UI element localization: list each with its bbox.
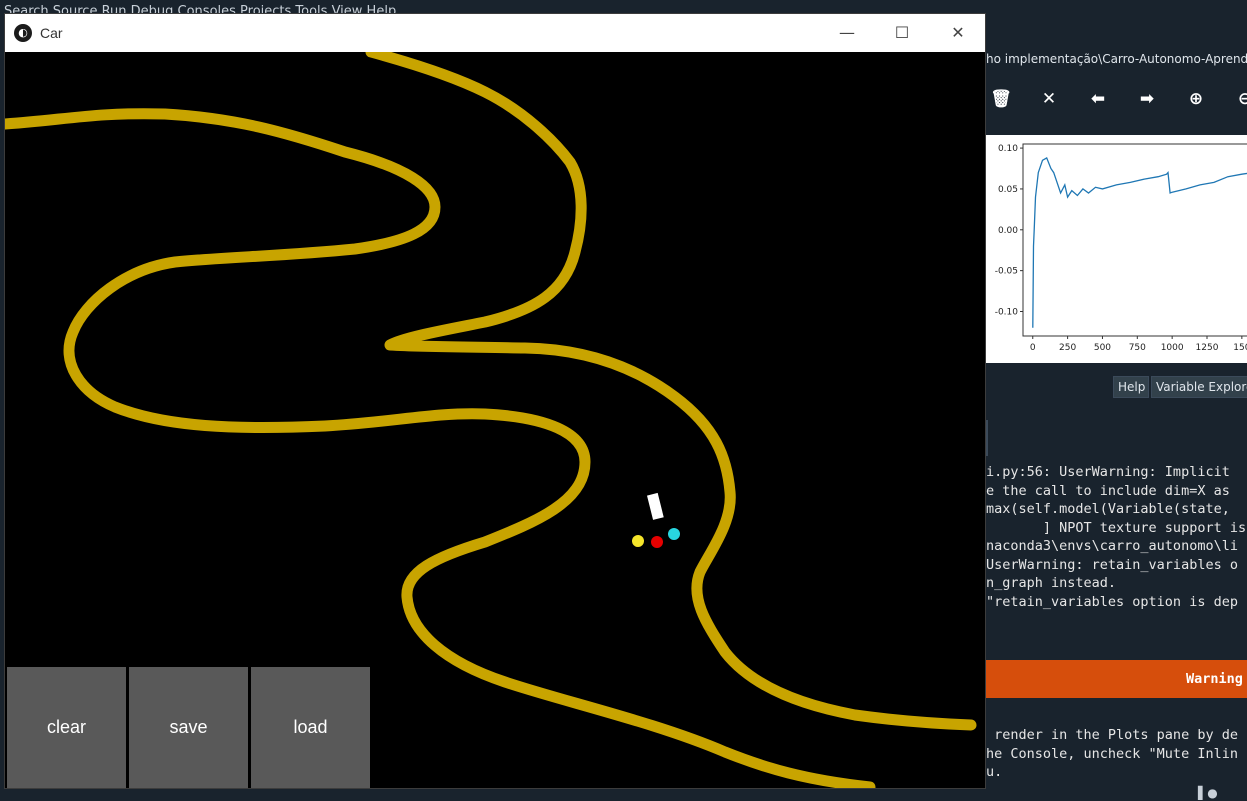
console-line: max(self.model(Variable(state, <box>986 501 1230 517</box>
console-line: e the call to include dim=X as <box>986 483 1230 499</box>
zoom-in-icon[interactable]: ⊕ <box>1185 88 1207 110</box>
zoom-out-icon[interactable]: ⊖ <box>1234 88 1247 110</box>
plot-figure: 0.10 0.05 0.00 -0.05 -0.10 0 250 500 750 1000 125… <box>986 135 1247 363</box>
x-tick-label: 150 <box>1233 343 1247 353</box>
trash-icon[interactable]: 🗑 <box>990 88 1012 110</box>
console-line: n_graph instead. <box>986 575 1117 591</box>
console-line: he Console, uncheck "Mute Inlin <box>986 746 1238 762</box>
x-tick-label: 0 <box>1030 343 1036 353</box>
warning-banner: Warning <box>986 660 1247 698</box>
y-tick-label: 0.00 <box>998 226 1018 236</box>
x-tick-label: 1000 <box>1161 343 1184 353</box>
x-tick-label: 750 <box>1129 343 1146 353</box>
sensor-red <box>651 536 663 548</box>
plots-toolbar: 🗑 ✕ ⬅ ➡ ⊕ ⊖ <box>986 78 1247 124</box>
pane-tabs: Help Variable Explorer <box>986 374 1247 400</box>
window-title: Car <box>40 25 63 41</box>
reward-plot: 0.10 0.05 0.00 -0.05 -0.10 0 250 500 750 1000 125… <box>995 143 1247 353</box>
ide-right-panel: ho implementação\Carro-Autonomo-Aprendiz… <box>986 16 1247 801</box>
load-button[interactable]: load <box>251 667 370 788</box>
warning-label: Warning <box>1186 671 1243 687</box>
close-all-icon[interactable]: ✕ <box>1038 88 1060 110</box>
console-line: ] NPOT texture support is <box>986 520 1247 536</box>
road-line-bottom <box>365 46 977 731</box>
console-line: naconda3\envs\carro_autonomo\li <box>986 538 1238 554</box>
kivy-app-icon: ◐ <box>14 24 32 42</box>
status-indicator-icon: ▌● <box>1198 786 1218 800</box>
y-tick-label: 0.10 <box>998 144 1018 154</box>
clear-button[interactable]: clear <box>7 667 126 788</box>
arrow-right-icon[interactable]: ➡ <box>1136 88 1158 110</box>
x-tick-label: 1250 <box>1196 343 1219 353</box>
y-tick-label: -0.10 <box>995 307 1019 317</box>
console-tab-edge <box>986 420 988 456</box>
console-line: u. <box>986 764 1003 780</box>
y-tick-label: -0.05 <box>995 267 1018 277</box>
car-window: ◐ Car — ☐ ✕ clear save load <box>0 13 986 793</box>
working-directory-path[interactable]: ho implementação\Carro-Autonomo-Aprendiz <box>986 48 1247 70</box>
minimize-button[interactable]: — <box>824 14 870 52</box>
x-tick-label: 500 <box>1094 343 1111 353</box>
console-line: render in the Plots pane by de <box>986 727 1238 743</box>
car <box>647 492 664 520</box>
y-tick-label: 0.05 <box>998 185 1018 195</box>
ipython-console[interactable]: i.py:56: UserWarning: Implicit e the cal… <box>986 406 1247 801</box>
sensor-cyan <box>668 528 680 540</box>
sensor-yellow <box>632 535 644 547</box>
console-line: i.py:56: UserWarning: Implicit <box>986 464 1230 480</box>
close-button[interactable]: ✕ <box>935 14 981 52</box>
plot-axes-frame <box>1022 143 1247 337</box>
x-tick-label: 250 <box>1059 343 1076 353</box>
arrow-left-icon[interactable]: ⬅ <box>1087 88 1109 110</box>
maximize-button[interactable]: ☐ <box>879 14 925 52</box>
drawing-canvas[interactable]: clear save load <box>0 46 985 793</box>
console-line: UserWarning: retain_variables o <box>986 557 1238 573</box>
window-titlebar[interactable]: ◐ Car — ☐ ✕ <box>5 14 985 52</box>
tab-help[interactable]: Help <box>1113 376 1149 398</box>
console-line: "retain_variables option is dep <box>986 594 1238 610</box>
save-button[interactable]: save <box>129 667 248 788</box>
ide-bottom-strip <box>0 788 1247 801</box>
tab-variable-explorer[interactable]: Variable Explorer <box>1151 376 1247 398</box>
